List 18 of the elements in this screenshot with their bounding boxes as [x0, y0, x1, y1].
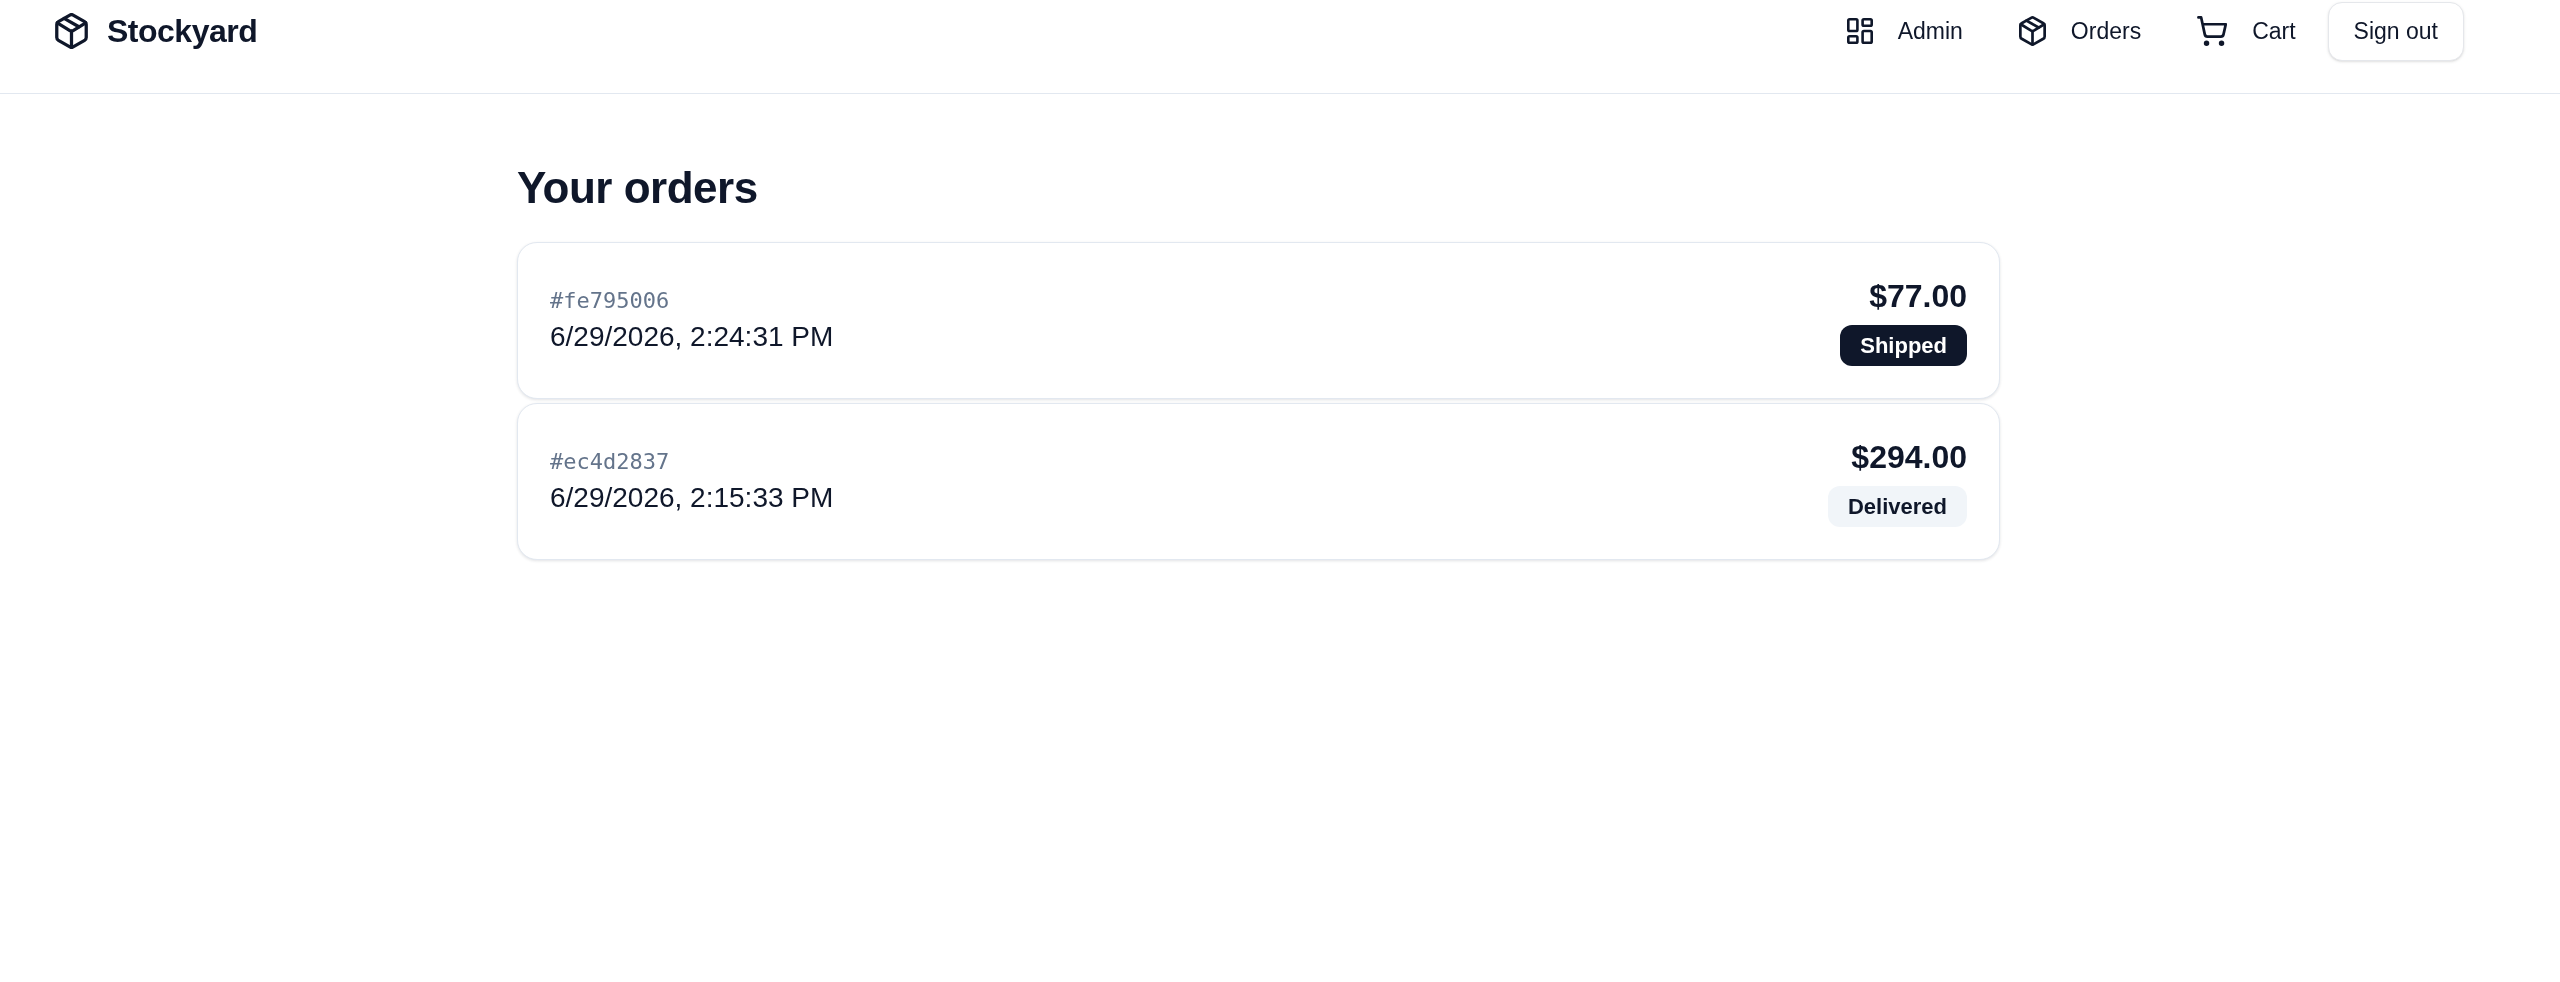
cart-icon	[2197, 16, 2228, 46]
nav-link[interactable]: Orders	[2002, 8, 2158, 54]
status-badge: Delivered	[1827, 485, 1967, 527]
nav-link[interactable]: Cart	[2181, 8, 2312, 54]
brand-link[interactable]: Stockyard	[55, 11, 258, 51]
status-badge: Shipped	[1840, 324, 1967, 366]
box-icon	[55, 13, 88, 49]
order-id: #ec4d2837	[550, 447, 671, 476]
dashboard-icon	[1846, 18, 1873, 44]
page-title: Your orders	[517, 162, 759, 214]
order-id: #fe795006	[550, 286, 671, 315]
box-icon	[2018, 16, 2046, 46]
order-total: $77.00	[1869, 276, 1967, 316]
order-date: 6/29/2026, 2:24:31 PM	[550, 319, 834, 354]
order-date: 6/29/2026, 2:15:33 PM	[550, 480, 834, 515]
sign-out-button[interactable]: Sign out	[2327, 1, 2464, 61]
order-total: $294.00	[1851, 437, 1967, 477]
nav-link[interactable]: Admin	[1830, 8, 1979, 54]
